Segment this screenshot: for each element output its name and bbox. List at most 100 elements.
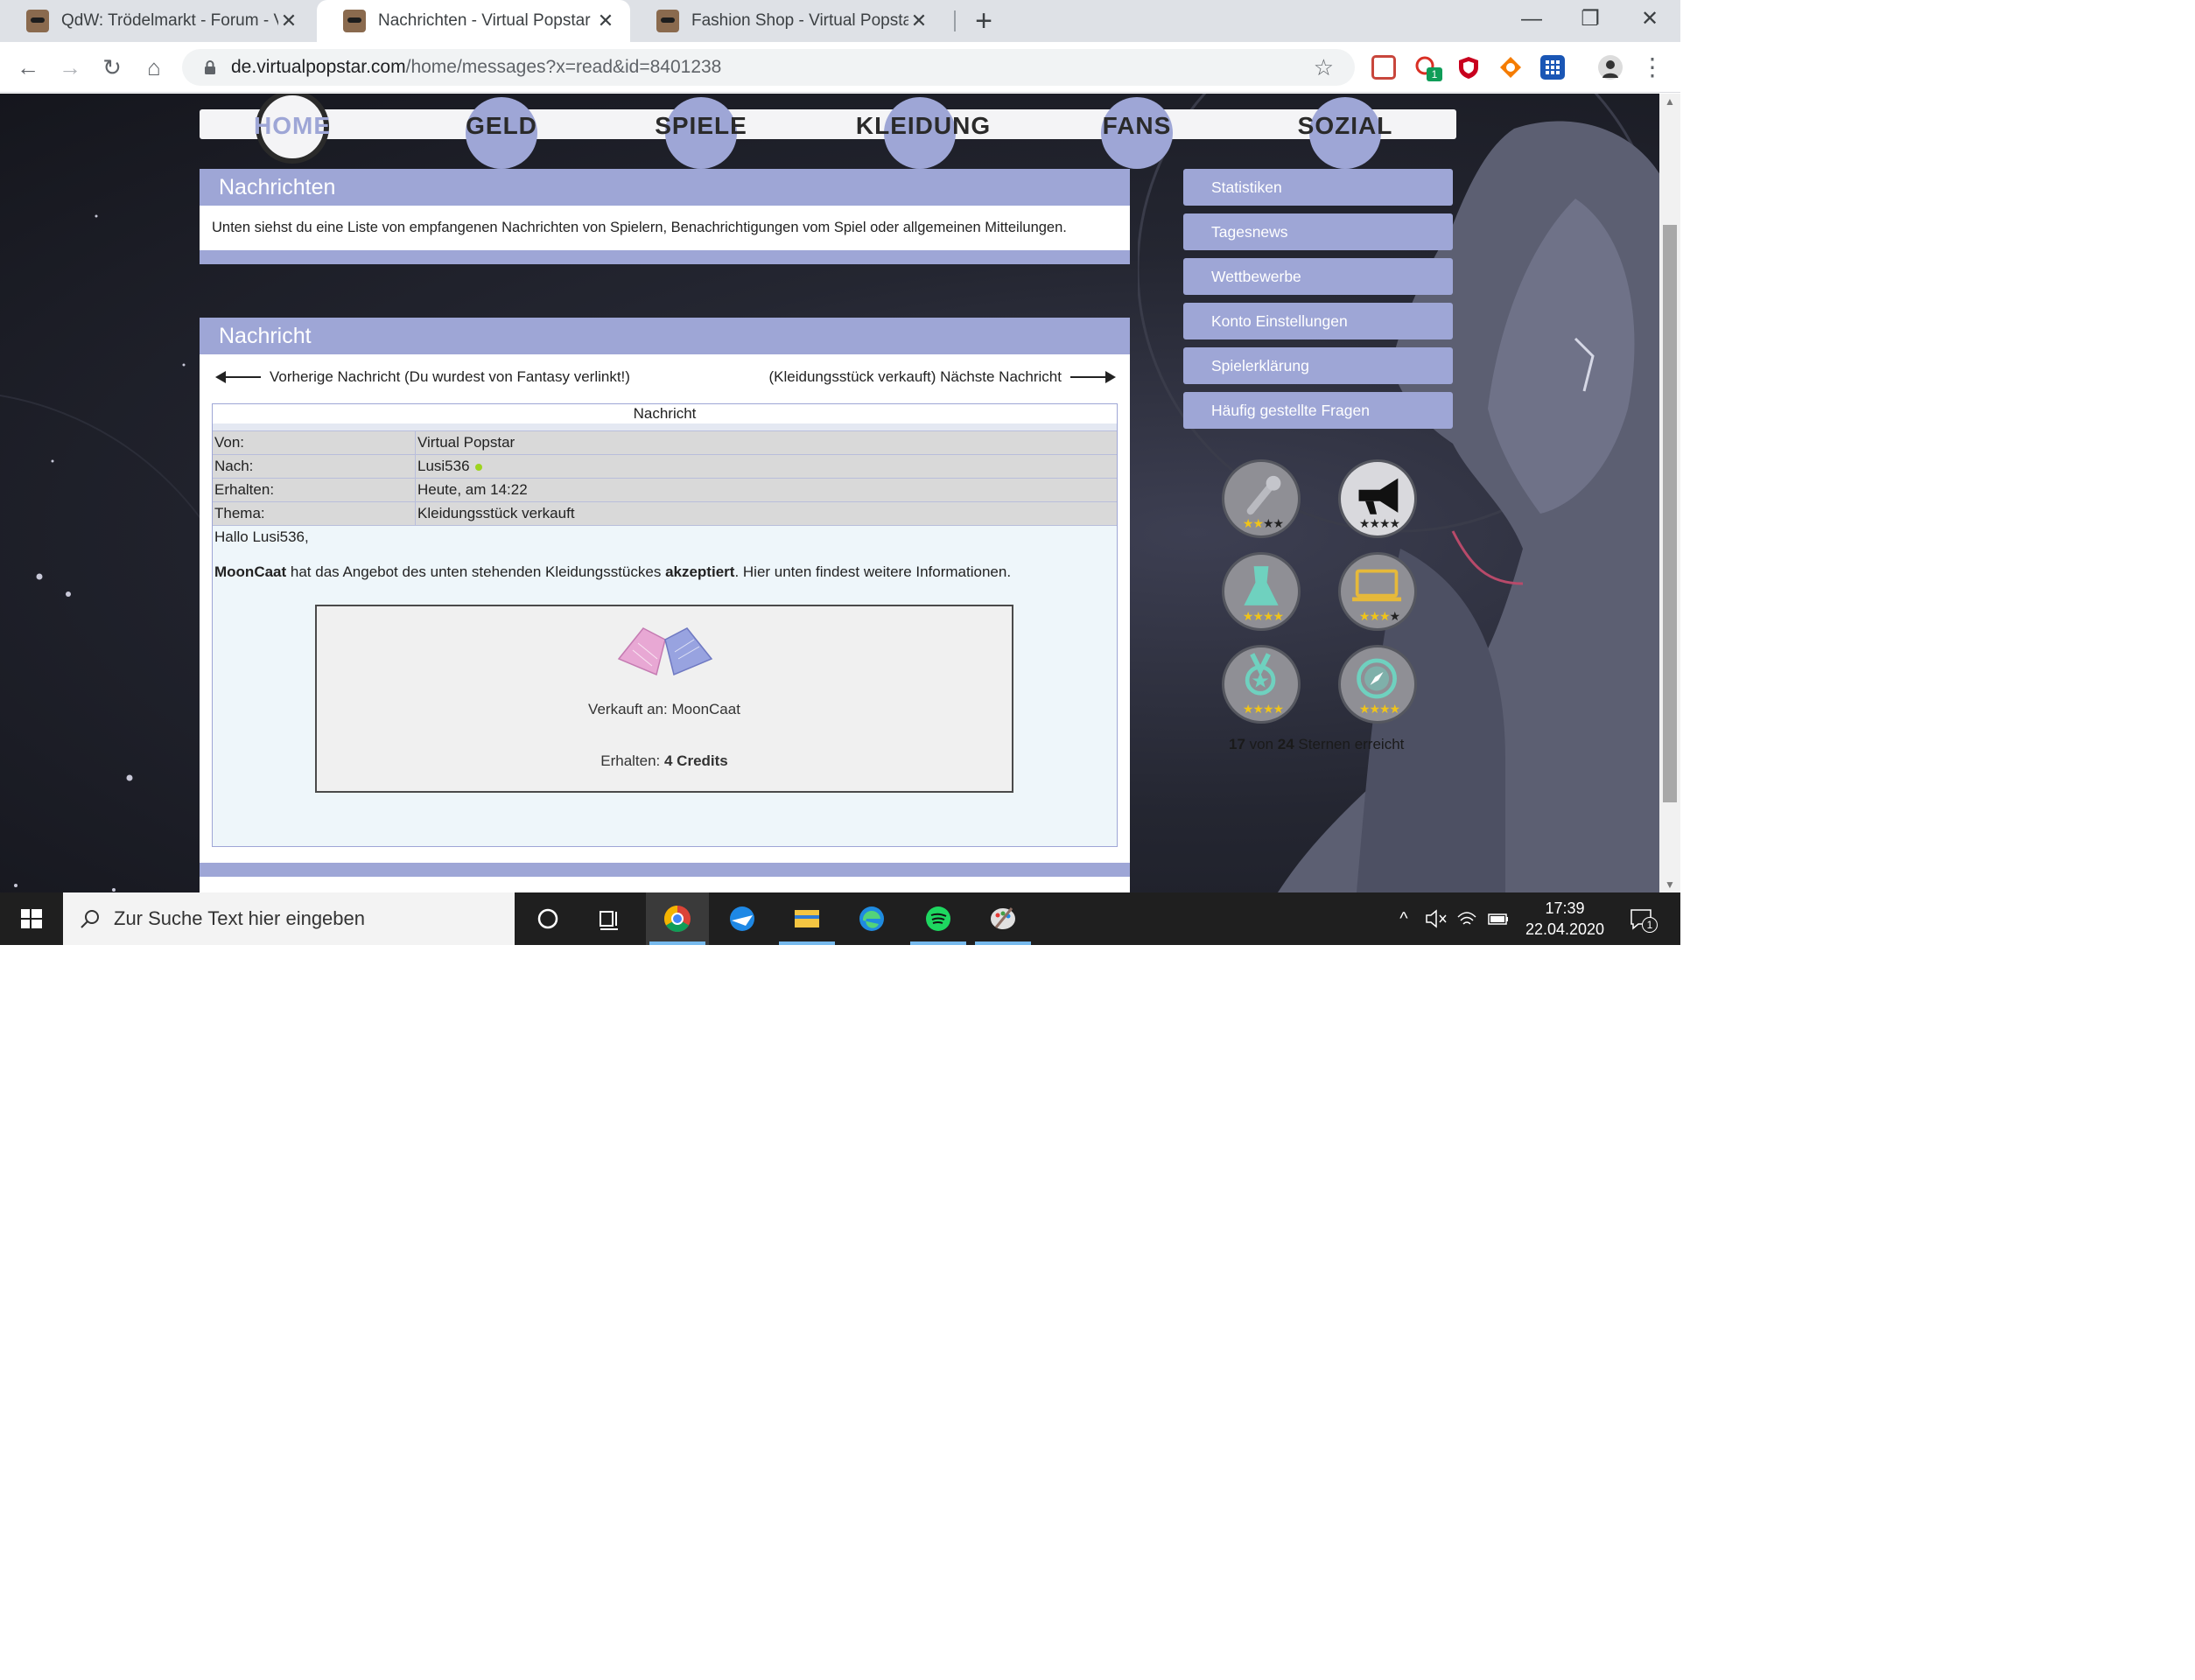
- sidebar-faq[interactable]: Häufig gestellte Fragen: [1183, 392, 1453, 429]
- sidebar-wettbewerbe[interactable]: Wettbewerbe: [1183, 258, 1453, 295]
- scroll-up-icon[interactable]: ▲: [1659, 95, 1680, 108]
- achievement-laptop[interactable]: ★★★★: [1338, 552, 1417, 631]
- achievement-stars: ★★★★: [1358, 516, 1400, 530]
- next-message-link[interactable]: (Kleidungsstück verkauft) Nächste Nachri…: [769, 368, 1118, 386]
- nav-geld[interactable]: GELD: [448, 109, 555, 139]
- volume-muted-icon[interactable]: [1420, 892, 1451, 945]
- sidebar-tagesnews[interactable]: Tagesnews: [1183, 214, 1453, 250]
- edge-icon: [859, 906, 884, 931]
- popstar-favicon-icon: [343, 10, 366, 32]
- meta-row-subject: Thema: Kleidungsstück verkauft: [213, 501, 1117, 525]
- stars-total: 24: [1277, 736, 1294, 752]
- paint-taskbar-app[interactable]: [971, 892, 1034, 945]
- previous-message-label: Vorherige Nachricht (Du wurdest von Fant…: [270, 368, 630, 385]
- scroll-down-icon[interactable]: ▼: [1659, 878, 1680, 891]
- new-tab-button[interactable]: +: [966, 4, 1001, 38]
- nav-home[interactable]: HOME: [238, 109, 347, 139]
- tray-overflow-icon[interactable]: ^: [1388, 892, 1420, 945]
- scroll-thumb[interactable]: [1663, 225, 1677, 802]
- tab-close-icon[interactable]: ✕: [595, 10, 616, 32]
- back-button[interactable]: ←: [11, 50, 46, 85]
- wifi-icon[interactable]: [1451, 892, 1483, 945]
- tab-title: Fashion Shop - Virtual Popstar: [691, 11, 908, 30]
- url-path: /home/messages?x=read&id=8401238: [405, 57, 722, 77]
- messages-intro-text: Unten siehst du eine Liste von empfangen…: [212, 220, 1067, 235]
- achievement-megaphone[interactable]: ★★★★: [1338, 459, 1417, 538]
- close-window-button[interactable]: ✕: [1619, 0, 1680, 38]
- taskbar-clock[interactable]: 17:39 22.04.2020: [1512, 898, 1617, 940]
- achievement-dress[interactable]: ★★★★: [1222, 552, 1301, 631]
- minimize-button[interactable]: —: [1501, 0, 1562, 38]
- url-host: de.virtualpopstar.com: [231, 57, 406, 77]
- message-text-part: . Hier unten findest weitere Information…: [734, 564, 1012, 580]
- notification-center-button[interactable]: 1: [1621, 892, 1663, 945]
- windows-logo-icon: [21, 909, 42, 928]
- tab-title: Nachrichten - Virtual Popstar: [378, 11, 591, 30]
- achievement-stars: ★★★★: [1242, 609, 1284, 623]
- orange-extension-icon[interactable]: [1498, 55, 1523, 80]
- forward-button[interactable]: →: [53, 50, 88, 85]
- page-scrollbar[interactable]: ▲ ▼: [1659, 94, 1680, 892]
- nav-spiele[interactable]: SPIELE: [641, 109, 761, 139]
- achievement-microphone[interactable]: ★★★★: [1222, 459, 1301, 538]
- sidebar-spielerklaerung[interactable]: Spielerklärung: [1183, 347, 1453, 384]
- pocket-extension-icon[interactable]: [1371, 55, 1396, 80]
- message-navigation: Vorherige Nachricht (Du wurdest von Fant…: [200, 354, 1130, 403]
- ublock-shield-icon[interactable]: [1456, 55, 1481, 80]
- home-button[interactable]: ⌂: [137, 50, 172, 85]
- lock-icon: [205, 60, 215, 74]
- bookmark-star-icon[interactable]: ☆: [1314, 54, 1334, 81]
- thunderbird-taskbar-app[interactable]: [711, 892, 774, 945]
- sidebar-statistiken[interactable]: Statistiken: [1183, 169, 1453, 206]
- taskbar-search-input[interactable]: Zur Suche Text hier eingeben: [63, 892, 515, 945]
- meta-row-from: Von: Virtual Popstar: [213, 430, 1117, 454]
- restore-button[interactable]: ❐: [1560, 0, 1621, 38]
- cortana-button[interactable]: [516, 892, 579, 945]
- message-caption: Nachricht: [213, 404, 1117, 430]
- tab-close-icon[interactable]: ✕: [278, 10, 299, 32]
- account-extension-icon[interactable]: 1: [1414, 55, 1442, 81]
- grid-extension-icon[interactable]: [1540, 55, 1565, 80]
- achievement-compass[interactable]: ★★★★: [1338, 645, 1417, 724]
- file-explorer-taskbar-app[interactable]: [775, 892, 838, 945]
- message-text: MoonCaat hat das Angebot des unten stehe…: [214, 564, 1115, 581]
- previous-message-link[interactable]: Vorherige Nachricht (Du wurdest von Fant…: [212, 368, 630, 386]
- edge-taskbar-app[interactable]: [840, 892, 903, 945]
- task-view-button[interactable]: [578, 892, 641, 945]
- profile-avatar-icon[interactable]: [1598, 55, 1623, 80]
- achievement-stars: ★★★★: [1242, 516, 1284, 530]
- nav-sozial[interactable]: SOZIAL: [1288, 109, 1402, 139]
- nav-kleidung[interactable]: KLEIDUNG: [852, 109, 994, 139]
- page-viewport: HOME GELD SPIELE KLEIDUNG FANS SOZIAL Na…: [0, 94, 1659, 892]
- achievement-medal[interactable]: ★★★★: [1222, 645, 1301, 724]
- address-bar[interactable]: de.virtualpopstar.com/home/messages?x=re…: [182, 49, 1355, 86]
- battery-icon[interactable]: [1483, 892, 1514, 945]
- buyer-name[interactable]: MoonCaat: [214, 564, 286, 580]
- meta-row-received: Erhalten: Heute, am 14:22: [213, 478, 1117, 501]
- stars-summary: 17 von 24 Sternen erreicht: [1229, 736, 1404, 753]
- task-view-icon: [600, 911, 618, 930]
- tab-close-icon[interactable]: ✕: [908, 10, 929, 32]
- tab-fashion-shop[interactable]: Fashion Shop - Virtual Popstar ✕: [630, 0, 943, 42]
- reload-button[interactable]: ↻: [95, 50, 130, 85]
- stars-text: von: [1245, 736, 1278, 752]
- meta-value: Virtual Popstar: [417, 434, 515, 451]
- recipient-name[interactable]: Lusi536: [417, 458, 470, 474]
- tab-troedelmarkt[interactable]: QdW: Trödelmarkt - Forum - Virt ✕: [0, 0, 313, 42]
- spotify-taskbar-app[interactable]: [907, 892, 970, 945]
- meta-value: Kleidungsstück verkauft: [417, 505, 575, 522]
- notification-count: 1: [1642, 917, 1658, 933]
- windows-taskbar: Zur Suche Text hier eingeben ^ 17:39 22.…: [0, 892, 1680, 945]
- sidebar-konto-einstellungen[interactable]: Konto Einstellungen: [1183, 303, 1453, 340]
- chrome-taskbar-app[interactable]: [646, 892, 709, 945]
- panel-footer: [200, 863, 1130, 877]
- extension-badge: 1: [1427, 67, 1442, 81]
- tab-nachrichten[interactable]: Nachrichten - Virtual Popstar ✕: [317, 0, 630, 42]
- skirt-item-icon: [617, 627, 713, 676]
- nav-fans[interactable]: FANS: [1083, 109, 1190, 139]
- arrow-left-icon: [215, 371, 261, 383]
- stars-earned: 17: [1229, 736, 1245, 752]
- browser-menu-icon[interactable]: ⋮: [1635, 50, 1670, 85]
- start-button[interactable]: [0, 892, 63, 945]
- tab-separator: [954, 10, 956, 32]
